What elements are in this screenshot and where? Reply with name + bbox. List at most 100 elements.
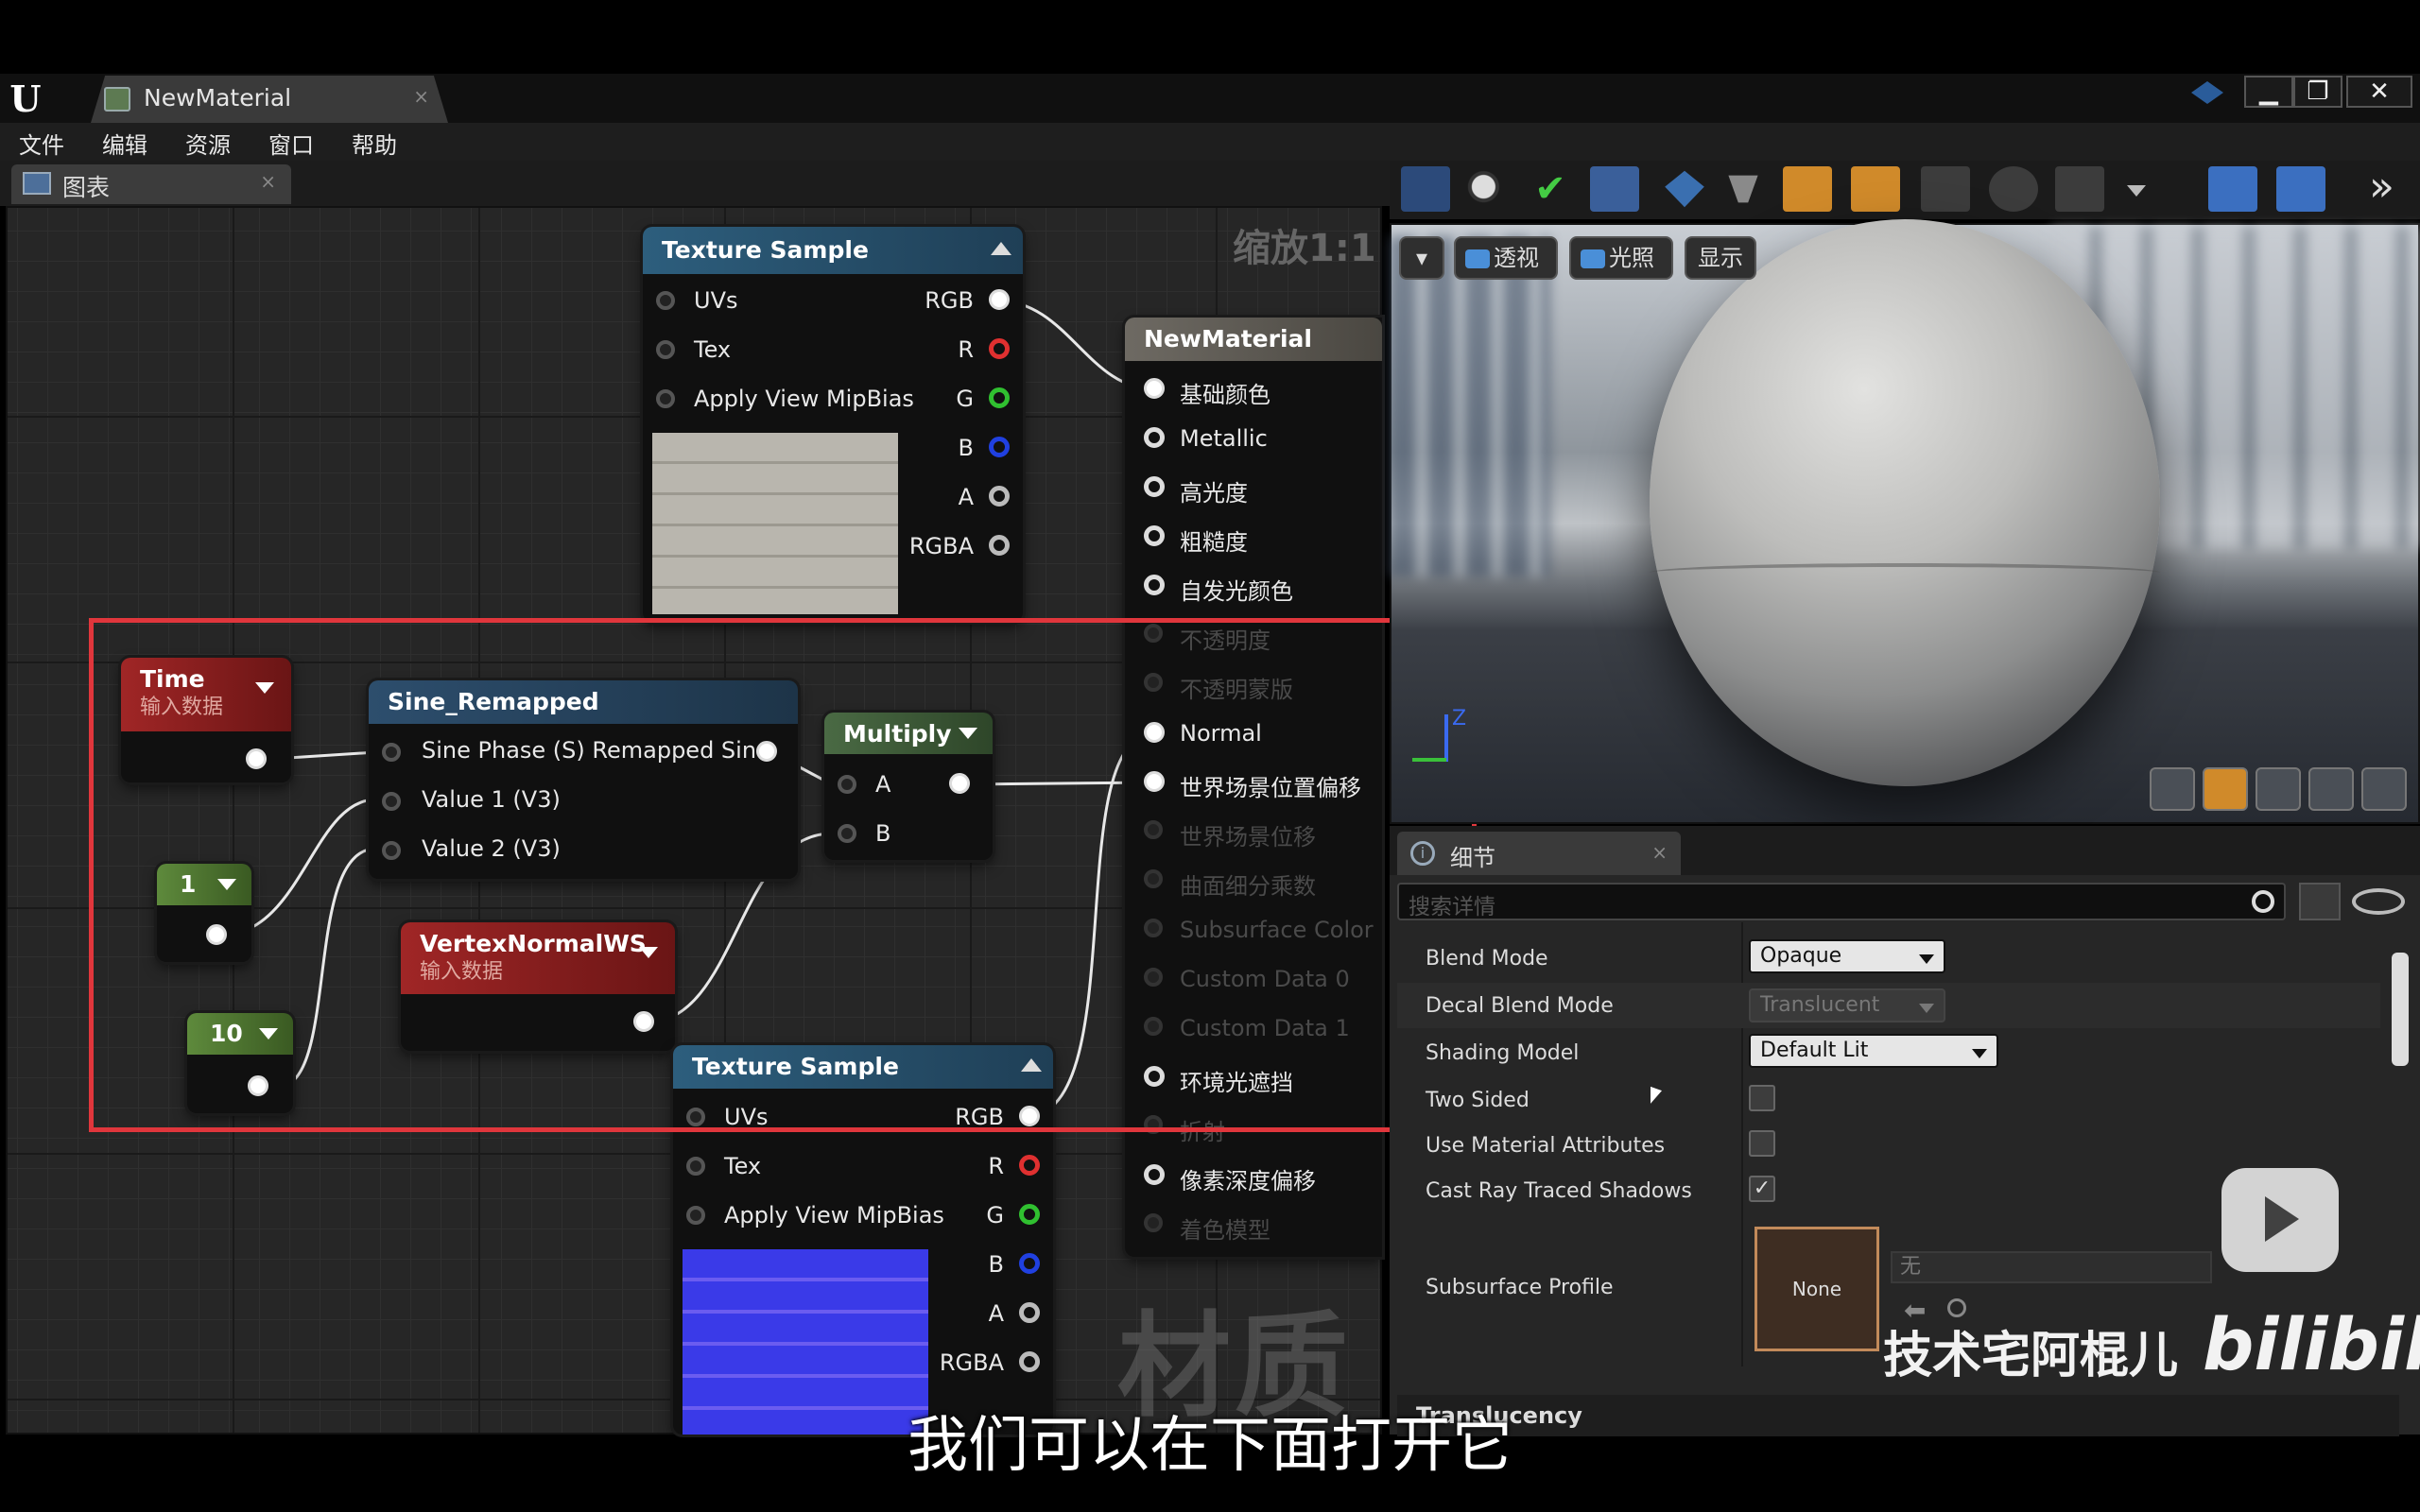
stats-icon[interactable] xyxy=(2055,166,2104,212)
info-icon: i xyxy=(1410,841,1435,866)
live-preview-icon[interactable] xyxy=(1783,166,1832,212)
pin-rgba-out[interactable] xyxy=(989,535,1010,556)
search-node-icon[interactable] xyxy=(1590,166,1639,212)
pin-label: RGBA xyxy=(908,533,974,559)
toolbar-dropdown-icon[interactable] xyxy=(2127,185,2146,197)
pin-rgba-out[interactable] xyxy=(1019,1351,1040,1372)
pin-label: RGB xyxy=(925,287,974,314)
pin-label: R xyxy=(958,336,974,363)
prop-two-sided: Two Sided xyxy=(1397,1077,2380,1123)
subsurface-asset-picker[interactable]: 无 xyxy=(1891,1251,2212,1283)
pin-a-out[interactable] xyxy=(1019,1302,1040,1323)
live-update-icon[interactable] xyxy=(1989,166,2038,212)
app-root: U NewMaterial × ▁ ❐ ✕ 文件 编辑 资源 窗口 帮助 图表 … xyxy=(0,0,2420,1512)
shading-model-dropdown[interactable]: Default Lit xyxy=(1749,1034,1998,1068)
lit-icon xyxy=(1581,249,1605,268)
axis-z-label: Z xyxy=(1452,707,1467,730)
pin-label: 粗糙度 xyxy=(1180,529,1248,556)
search-placeholder: 搜索详情 xyxy=(1409,895,1495,919)
live-nodes-icon[interactable] xyxy=(1851,166,1900,212)
lit-label: 光照 xyxy=(1609,245,1654,271)
browse-asset-icon[interactable] xyxy=(1947,1298,1966,1317)
pin-material-input[interactable] xyxy=(1144,427,1165,448)
pin-material-input[interactable] xyxy=(1144,1164,1165,1185)
close-details-tab-icon[interactable]: × xyxy=(1651,841,1668,864)
pin-tex[interactable] xyxy=(656,340,675,359)
pin-a-out[interactable] xyxy=(989,486,1010,507)
pin-r-out[interactable] xyxy=(989,338,1010,359)
pin-material-input[interactable] xyxy=(1144,525,1165,546)
pin-mipbias[interactable] xyxy=(656,389,675,408)
prop-label: Cast Ray Traced Shadows xyxy=(1426,1179,1692,1203)
pin-label: RGBA xyxy=(939,1349,1004,1376)
prop-label: Two Sided xyxy=(1426,1089,1530,1112)
collapse-icon[interactable] xyxy=(991,242,1011,255)
pin-label: R xyxy=(988,1153,1004,1179)
asset-value: 无 xyxy=(1900,1255,1922,1279)
shader-code-icon[interactable] xyxy=(2276,166,2325,212)
viewport-building-left xyxy=(1390,236,1550,576)
tab-details[interactable]: i 细节 × xyxy=(1397,832,1681,875)
prop-label: Use Material Attributes xyxy=(1426,1134,1666,1158)
perspective-button[interactable]: 透视 xyxy=(1454,236,1558,280)
pin-label: B xyxy=(958,435,974,461)
decal-blend-mode-dropdown[interactable]: Translucent xyxy=(1749,988,1945,1022)
texture-preview-concrete xyxy=(652,433,898,614)
lit-button[interactable]: 光照 xyxy=(1569,236,1673,280)
details-search-input[interactable]: 搜索详情 xyxy=(1397,883,2286,920)
preview-plane-button[interactable] xyxy=(2256,767,2301,811)
prop-blend-mode: Blend Mode Opaque xyxy=(1397,936,2380,981)
perspective-label: 透视 xyxy=(1494,245,1539,271)
platform-stats-icon[interactable] xyxy=(2208,166,2257,212)
pin-label: A xyxy=(958,484,974,510)
pin-material-input[interactable] xyxy=(1144,476,1165,497)
browse-icon[interactable] xyxy=(1461,166,1511,212)
grid-view-icon[interactable] xyxy=(2299,883,2341,920)
pin-label: B xyxy=(988,1251,1004,1278)
use-material-attributes-checkbox[interactable] xyxy=(1749,1130,1775,1157)
preview-cylinder-button[interactable] xyxy=(2150,767,2195,811)
perspective-icon xyxy=(1465,249,1490,268)
pin-material-input[interactable] xyxy=(1144,378,1165,399)
apply-icon[interactable]: ✔ xyxy=(1526,166,1575,212)
node-title: NewMaterial xyxy=(1125,318,1382,361)
show-button[interactable]: 显示 xyxy=(1685,236,1756,280)
pin-b-out[interactable] xyxy=(989,437,1010,457)
pin-mipbias[interactable] xyxy=(686,1206,705,1225)
pin-material-input[interactable] xyxy=(1144,575,1165,595)
preview-cube-button[interactable] xyxy=(2308,767,2354,811)
node-texture-sample-1[interactable]: Texture Sample UVs Tex Apply View MipBia… xyxy=(643,227,1023,622)
preview-mesh-button[interactable] xyxy=(2361,767,2407,811)
eye-icon[interactable] xyxy=(2352,888,2405,915)
node-title: Texture Sample xyxy=(643,227,1023,274)
overflow-chevron-icon[interactable]: » xyxy=(2369,163,2394,211)
prop-label: Shading Model xyxy=(1426,1041,1580,1065)
pin-label: Apply View MipBias xyxy=(694,386,914,412)
subsurface-profile-thumbnail[interactable]: None xyxy=(1754,1227,1879,1351)
dropdown-value: Opaque xyxy=(1760,944,1842,968)
two-sided-checkbox[interactable] xyxy=(1749,1085,1775,1111)
search-icon xyxy=(2252,890,2274,913)
save-icon[interactable] xyxy=(1401,166,1450,212)
pin-b-out[interactable] xyxy=(1019,1253,1040,1274)
preview-sphere-button[interactable] xyxy=(2203,767,2248,811)
pin-material-input[interactable] xyxy=(1144,1213,1163,1232)
details-tab-label: 细节 xyxy=(1450,845,1495,871)
pin-r-out[interactable] xyxy=(1019,1155,1040,1176)
prop-label: Blend Mode xyxy=(1426,947,1548,971)
pin-rgb-out[interactable] xyxy=(989,289,1010,310)
pin-g-out[interactable] xyxy=(1019,1204,1040,1225)
pin-g-out[interactable] xyxy=(989,387,1010,408)
pin-label: A xyxy=(988,1300,1004,1327)
pin-uvs[interactable] xyxy=(656,291,675,310)
cast-ray-traced-shadows-checkbox[interactable]: ✓ xyxy=(1749,1176,1775,1202)
pin-tex[interactable] xyxy=(686,1157,705,1176)
viewport-options-button[interactable]: ▾ xyxy=(1399,236,1444,280)
details-scrollbar[interactable] xyxy=(2392,953,2409,1066)
blend-mode-dropdown[interactable]: Opaque xyxy=(1749,939,1945,973)
hide-connectors-icon[interactable] xyxy=(1921,166,1970,212)
prop-use-material-attributes: Use Material Attributes xyxy=(1397,1123,2380,1168)
pin-label: Apply View MipBias xyxy=(724,1202,944,1228)
pin-label: 高光度 xyxy=(1180,480,1248,507)
pin-label: 像素深度偏移 xyxy=(1180,1168,1316,1194)
